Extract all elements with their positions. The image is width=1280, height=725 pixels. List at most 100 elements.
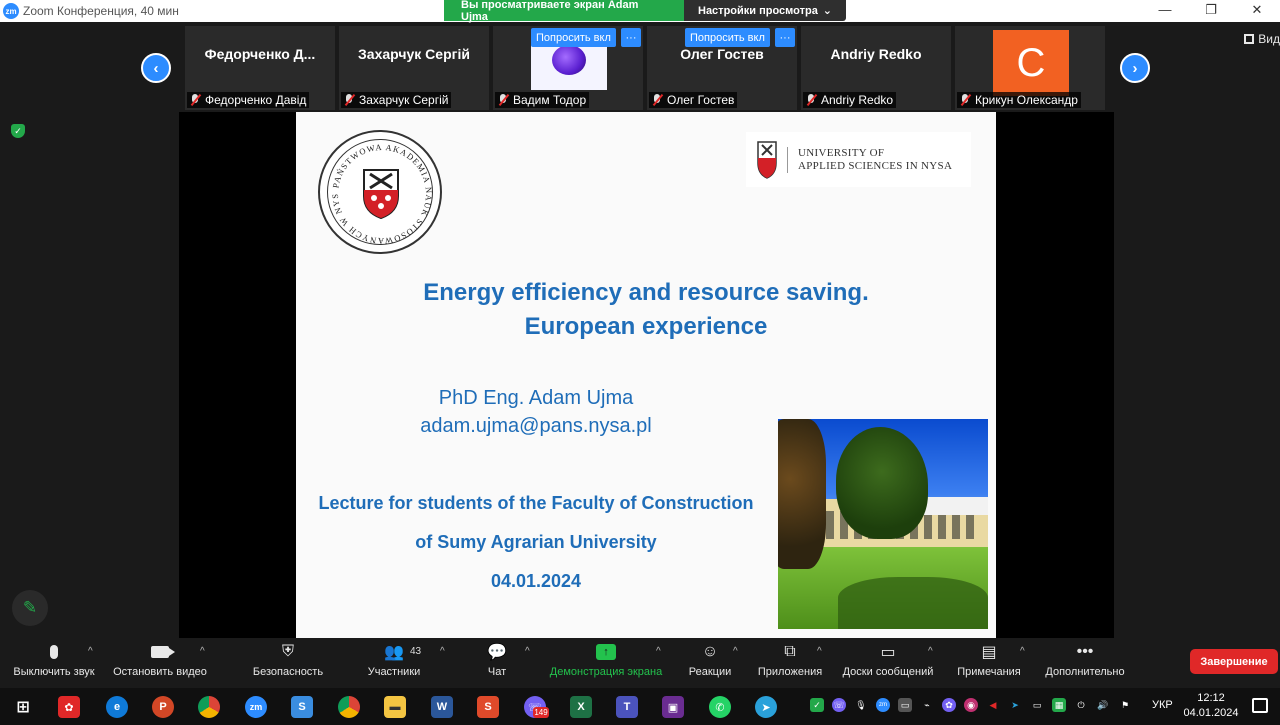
chevron-down-icon: ⌄: [822, 5, 832, 17]
word-icon[interactable]: W: [431, 696, 453, 718]
tray-monitor-icon[interactable]: ▭: [898, 698, 912, 712]
ask-to-unmute-button[interactable]: Попросить вкл: [531, 28, 616, 47]
notes-button[interactable]: ▤ Примечания: [952, 638, 1026, 688]
chrome-icon[interactable]: [198, 696, 220, 718]
apps-label: Приложения: [757, 666, 823, 678]
participant-display-name: Захарчук Сергій: [358, 46, 470, 62]
participant-display-name: Andriy Redko: [830, 46, 922, 62]
participant-name: Andriy Redko: [821, 93, 894, 107]
more-button[interactable]: ••• Дополнительно: [1040, 638, 1130, 688]
maximize-icon[interactable]: ❐: [1188, 0, 1234, 22]
chevron-up-icon[interactable]: ^: [440, 646, 445, 657]
photo-tree: [836, 427, 928, 539]
participant-tile[interactable]: C Крикун Олександр: [955, 26, 1105, 110]
tray-mic-icon[interactable]: 🎙: [854, 698, 868, 712]
telegram-icon[interactable]: ➤: [755, 696, 777, 718]
camera-icon: [151, 646, 175, 658]
teams-icon[interactable]: T: [616, 696, 638, 718]
ask-to-unmute-button[interactable]: Попросить вкл: [685, 28, 770, 47]
security-button[interactable]: ⛨ Безопасность: [248, 638, 328, 688]
mic-muted-icon: [805, 94, 817, 106]
tray-network-icon[interactable]: ▭: [1030, 698, 1044, 712]
app-icon[interactable]: ✿: [58, 696, 80, 718]
end-meeting-button[interactable]: Завершение: [1190, 649, 1278, 674]
minimize-icon[interactable]: —: [1142, 0, 1188, 22]
chevron-up-icon[interactable]: ^: [817, 646, 822, 657]
tray-usb-icon[interactable]: ⌁: [920, 698, 934, 712]
slide-title-line1: Energy efficiency and resource saving.: [423, 279, 869, 306]
reactions-label: Реакции: [688, 666, 732, 678]
file-explorer-icon[interactable]: ▬: [384, 696, 406, 718]
next-page-button[interactable]: ›: [1120, 53, 1150, 83]
slide-title-line2: European experience: [524, 313, 768, 340]
reactions-button[interactable]: ☺ Реакции: [684, 638, 736, 688]
participant-tile[interactable]: Andriy Redko Andriy Redko: [801, 26, 951, 110]
app-s-icon[interactable]: S: [291, 696, 313, 718]
annotate-pencil-button[interactable]: ✎: [12, 590, 48, 626]
participant-name: Крикун Олександр: [975, 93, 1078, 107]
save-disk-icon[interactable]: ▣: [662, 696, 684, 718]
participant-name: Олег Гостев: [667, 93, 735, 107]
language-indicator[interactable]: УКР: [1152, 699, 1173, 711]
powerpoint-icon[interactable]: P: [152, 696, 174, 718]
chrome-profile-icon[interactable]: [338, 696, 360, 718]
stop-video-button[interactable]: Остановить видео: [108, 638, 212, 688]
participant-tile[interactable]: Федорченко Д... Федорченко Давід: [185, 26, 335, 110]
excel-icon[interactable]: X: [570, 696, 592, 718]
presentation-slide: PAŃSTWOWA AKADEMIA NAUK STOSOWANYCH W NY…: [296, 112, 996, 638]
stop-video-label: Остановить видео: [113, 666, 207, 678]
edge-browser-icon[interactable]: e: [106, 696, 128, 718]
view-button[interactable]: Вид: [1244, 32, 1280, 46]
tray-app3-icon[interactable]: ▦: [1052, 698, 1066, 712]
participant-tile[interactable]: Захарчук Сергій Захарчук Сергій: [339, 26, 489, 110]
tray-app-icon[interactable]: ✿: [942, 698, 956, 712]
participant-name-bar: Andriy Redko: [803, 92, 897, 108]
close-icon[interactable]: ✕: [1234, 0, 1280, 22]
mute-button[interactable]: Выключить звук: [8, 638, 100, 688]
photo-shadow: [838, 577, 988, 629]
share-screen-button[interactable]: ↑ Демонстрация экрана: [545, 638, 667, 688]
chevron-up-icon[interactable]: ^: [1020, 646, 1025, 657]
tray-speaker-icon[interactable]: 🔊: [1096, 698, 1110, 712]
chevron-left-icon: ‹: [153, 59, 159, 77]
whatsapp-icon[interactable]: ✆: [709, 696, 731, 718]
chat-button[interactable]: 💬 Чат: [474, 638, 520, 688]
tray-bell-icon[interactable]: ⚑: [1118, 698, 1132, 712]
chevron-up-icon[interactable]: ^: [200, 646, 205, 657]
tray-power-icon[interactable]: ⏻: [1074, 698, 1088, 712]
windows-start-icon[interactable]: ⊞: [12, 696, 34, 718]
chevron-up-icon[interactable]: ^: [733, 646, 738, 657]
clock-date: 04.01.2024: [1183, 707, 1239, 719]
tray-check-icon[interactable]: ✓: [810, 698, 824, 712]
security-shield-icon[interactable]: ✓: [11, 124, 25, 138]
prev-page-button[interactable]: ‹: [141, 53, 171, 83]
chevron-up-icon[interactable]: ^: [525, 646, 530, 657]
chevron-up-icon[interactable]: ^: [928, 646, 933, 657]
view-settings-button[interactable]: Настройки просмотра ⌄: [684, 0, 846, 21]
participant-name-bar: Вадим Тодор: [495, 92, 590, 108]
author-name: PhD Eng. Adam Ujma: [438, 387, 634, 409]
tray-app2-icon[interactable]: ◉: [964, 698, 978, 712]
tray-anydesk-icon[interactable]: ◀: [986, 698, 1000, 712]
whiteboards-button[interactable]: ▭ Доски сообщений: [836, 638, 940, 688]
avatar-image: [552, 45, 586, 75]
chevron-up-icon[interactable]: ^: [656, 646, 661, 657]
chevron-up-icon[interactable]: ^: [88, 646, 93, 657]
zoom-window: zm Zoom Конференция, 40 мин Вы просматри…: [0, 0, 1280, 725]
viewing-screen-label: Вы просматриваете экран Adam Ujma: [444, 0, 684, 23]
tray-viber-icon[interactable]: ☏: [832, 698, 846, 712]
taskbar-clock[interactable]: 12:12 04.01.2024: [1180, 691, 1242, 721]
tray-zoom-icon[interactable]: zm: [876, 698, 890, 712]
more-options-button[interactable]: ···: [621, 28, 641, 47]
more-options-button[interactable]: ···: [775, 28, 795, 47]
mic-muted-icon: [497, 94, 509, 106]
app-s-red-icon[interactable]: S: [477, 696, 499, 718]
zoom-icon[interactable]: zm: [245, 696, 267, 718]
meeting-toolbar: Выключить звук ^ Остановить видео ^ ⛨ Бе…: [0, 638, 1280, 688]
participant-avatar: C: [993, 30, 1069, 96]
tray-telegram-icon[interactable]: ➤: [1008, 698, 1022, 712]
academy-seal-logo: PAŃSTWOWA AKADEMIA NAUK STOSOWANYCH W NY…: [318, 130, 442, 254]
people-icon: 👥: [384, 644, 404, 661]
notification-icon[interactable]: [1252, 698, 1268, 713]
lecture-line1: Lecture for students of the Faculty of C…: [318, 493, 754, 513]
